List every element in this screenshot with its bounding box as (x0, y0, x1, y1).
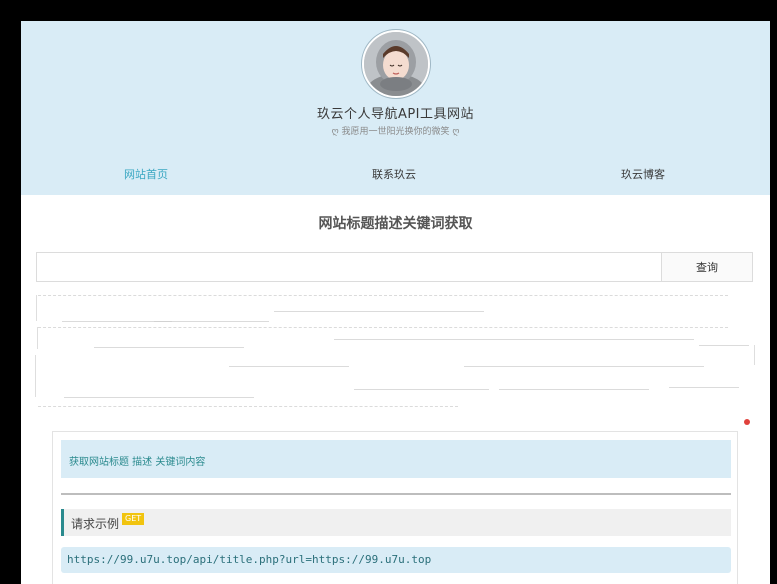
example-url-box: https://99.u7u.top/api/title.php?url=htt… (61, 547, 731, 573)
site-title: 玖云个人导航API工具网站 (316, 107, 475, 122)
example-url[interactable]: https://99.u7u.top/api/title.php?url=htt… (67, 553, 431, 566)
site-header: 玖云个人导航API工具网站 ღ 我愿用一世阳光换你的微笑 ღ 网站首页 联系玖云… (21, 21, 770, 195)
request-example-header: 请求示例 GET (61, 509, 731, 536)
result-line (94, 347, 244, 348)
result-line (699, 345, 749, 346)
result-line (64, 397, 254, 398)
request-example-label: 请求示例 (71, 517, 120, 531)
page: 玖云个人导航API工具网站 ღ 我愿用一世阳光换你的微笑 ღ 网站首页 联系玖云… (21, 21, 770, 584)
result-line (334, 339, 694, 340)
result-line (38, 295, 728, 297)
result-line (274, 311, 484, 312)
result-line (754, 345, 755, 365)
api-description-box: 获取网站标题 描述 关键词内容 (61, 440, 731, 478)
tool-title: 网站标题描述关键词获取 (318, 216, 473, 232)
nav-item-home[interactable]: 网站首页 (124, 166, 168, 182)
method-badge: GET (122, 513, 145, 525)
nav-item-contact[interactable]: 联系玖云 (372, 166, 416, 182)
result-line (38, 327, 728, 329)
url-input[interactable] (36, 252, 662, 282)
api-doc-card: 获取网站标题 描述 关键词内容 请求示例 GET https://99.u7u.… (52, 431, 738, 584)
result-area (34, 293, 755, 413)
divider (61, 493, 731, 495)
notification-dot (744, 419, 750, 425)
result-line (154, 321, 269, 322)
result-line (36, 295, 37, 321)
result-line (464, 366, 704, 367)
avatar-image (364, 32, 428, 96)
result-line (229, 366, 349, 367)
api-description: 获取网站标题 描述 关键词内容 (69, 457, 206, 468)
nav-item-blog[interactable]: 玖云博客 (621, 166, 665, 182)
result-line (37, 327, 38, 349)
query-button[interactable]: 查询 (662, 252, 753, 282)
result-line (669, 387, 739, 388)
site-subtitle: ღ 我愿用一世阳光换你的微笑 ღ (331, 127, 460, 137)
result-line (499, 389, 649, 390)
result-line (35, 355, 36, 397)
result-line (38, 406, 458, 408)
result-line (354, 389, 489, 390)
avatar (362, 30, 430, 98)
